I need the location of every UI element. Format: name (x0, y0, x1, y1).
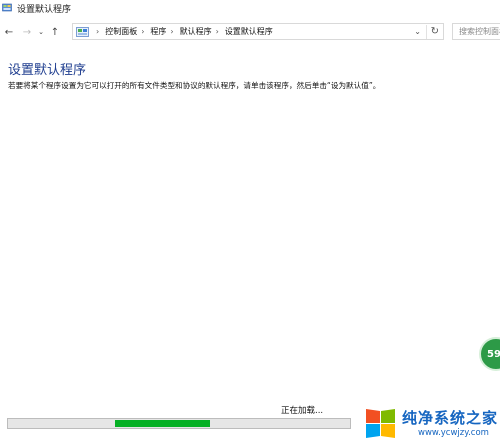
watermark-url: www.ycwjzy.com (418, 428, 489, 438)
arrow-left-icon: ← (4, 26, 14, 38)
arrow-right-icon: → (22, 26, 32, 38)
loading-text: 正在加载... (281, 406, 324, 416)
forward-button[interactable]: → (20, 24, 34, 40)
breadcrumb-separator-icon: › (215, 27, 219, 36)
loading-progress-bar (7, 418, 351, 429)
control-panel-icon (76, 26, 89, 37)
chevron-down-icon[interactable]: ⌄ (414, 27, 421, 36)
page-description: 若要将某个程序设置为它可以打开的所有文件类型和协议的默认程序，请单击该程序，然后… (8, 81, 381, 90)
breadcrumb-separator-icon: › (96, 27, 100, 36)
window-title: 设置默认程序 (17, 4, 72, 15)
badge-value: 59 (487, 348, 500, 360)
progress-fill (115, 420, 210, 427)
up-button[interactable]: ↑ (48, 24, 62, 40)
watermark-title: 纯净系统之家 (402, 409, 499, 427)
recent-locations-button[interactable]: ⌄ (36, 24, 46, 40)
chevron-down-icon: ⌄ (38, 28, 44, 36)
search-input[interactable]: 搜索控制面板 (452, 23, 500, 40)
back-button[interactable]: ← (2, 24, 16, 40)
address-bar[interactable]: › 控制面板 › 程序 › 默认程序 › 设置默认程序 ⌄ ↻ (72, 23, 444, 40)
title-bar: 设置默认程序 (0, 0, 500, 16)
control-panel-icon (2, 3, 12, 12)
breadcrumb-default-programs[interactable]: 默认程序 (180, 26, 212, 37)
windows-logo-icon (366, 409, 395, 438)
breadcrumb-separator-icon: › (170, 27, 174, 36)
page-title: 设置默认程序 (8, 63, 87, 78)
watermark: 纯净系统之家 www.ycwjzy.com (360, 402, 500, 445)
arrow-up-icon: ↑ (50, 26, 60, 38)
breadcrumb-set-default-programs[interactable]: 设置默认程序 (225, 26, 273, 37)
breadcrumb-programs[interactable]: 程序 (150, 26, 166, 37)
speed-badge[interactable]: 59 (479, 337, 500, 371)
refresh-icon[interactable]: ↻ (425, 25, 439, 39)
breadcrumb-control-panel[interactable]: 控制面板 (105, 26, 137, 37)
breadcrumb-separator-icon: › (141, 27, 145, 36)
navigation-bar: ← → ⌄ ↑ › 控制面板 › 程序 › 默认程序 › 设置默认程序 ⌄ ↻ … (0, 21, 500, 43)
